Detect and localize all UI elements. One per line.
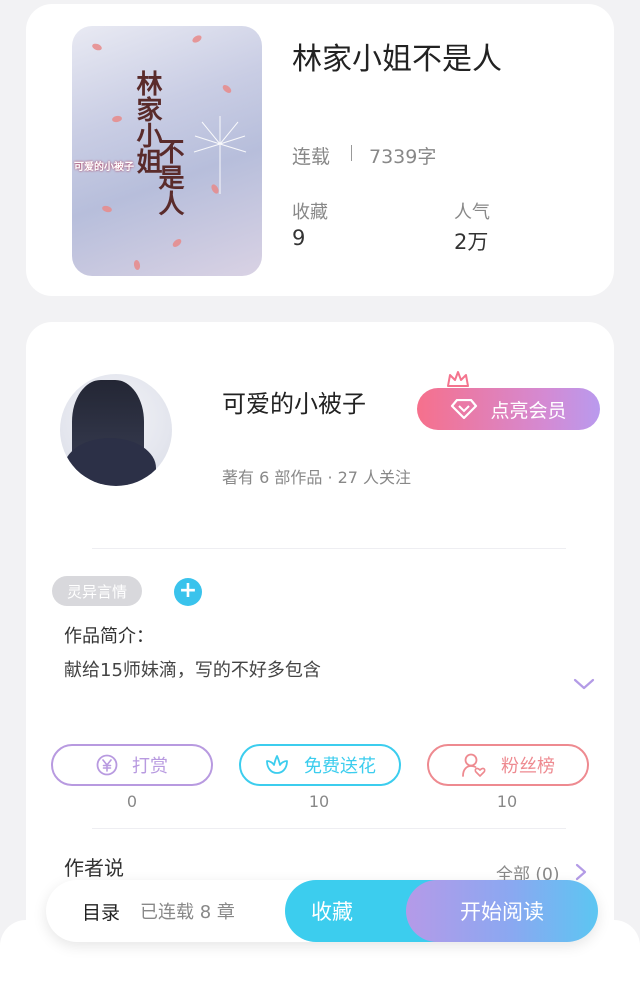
word-count: 7339字 — [369, 146, 437, 168]
expand-chevron-icon[interactable] — [572, 676, 596, 692]
section-divider — [92, 828, 566, 829]
fan-ranking-button[interactable]: 粉丝榜 — [427, 744, 589, 786]
cover-title-line2: 不是人 — [154, 138, 184, 216]
vip-button[interactable]: 点亮会员 — [417, 388, 600, 430]
cover-author: 可爱的小被子 — [74, 162, 134, 173]
genre-tag[interactable]: 灵异言情 — [52, 576, 142, 606]
toc-button[interactable]: 目录 — [82, 898, 120, 925]
start-reading-button[interactable]: 开始阅读 — [406, 880, 598, 942]
book-title: 林家小姐不是人 — [292, 42, 502, 77]
favorites-value: 9 — [292, 226, 306, 250]
start-reading-label: 开始阅读 — [460, 900, 544, 924]
author-says-label: 作者说 — [64, 856, 124, 880]
send-flower-button[interactable]: 免费送花 — [239, 744, 401, 786]
author-avatar[interactable] — [60, 374, 172, 486]
favorite-button-label: 收藏 — [311, 900, 353, 924]
chevron-right-icon[interactable] — [574, 862, 588, 882]
reward-button[interactable]: 打赏 — [51, 744, 213, 786]
yen-coin-icon — [96, 754, 118, 776]
intro-text: 献给15师妹滴，写的不好多包含 — [64, 660, 321, 681]
author-meta: 著有 6 部作品 · 27 人关注 — [222, 468, 412, 487]
send-flower-label: 免费送花 — [304, 756, 376, 777]
intro-label: 作品简介： — [64, 626, 154, 647]
reward-label: 打赏 — [132, 756, 168, 777]
book-status: 连载 — [292, 146, 331, 168]
fan-user-icon — [462, 753, 486, 777]
reward-count: 0 — [126, 792, 138, 811]
add-tag-button[interactable]: + — [174, 578, 202, 606]
author-name[interactable]: 可爱的小被子 — [222, 384, 366, 419]
section-divider — [92, 548, 566, 549]
flower-icon — [266, 755, 288, 774]
fan-ranking-label: 粉丝榜 — [501, 756, 555, 777]
flower-count: 10 — [308, 792, 330, 811]
dandelion-icon — [193, 116, 247, 194]
popularity-value: 2万 — [454, 230, 489, 254]
chapter-status: 已连载 8 章 — [140, 902, 235, 923]
fan-count: 10 — [496, 792, 518, 811]
crown-icon — [447, 371, 469, 387]
vip-button-label: 点亮会员 — [490, 399, 567, 422]
popularity-label: 人气 — [454, 202, 490, 223]
stat-divider — [351, 145, 352, 161]
favorites-label: 收藏 — [292, 202, 328, 223]
diamond-icon — [451, 399, 478, 419]
book-cover[interactable]: 林家小姐 不是人 可爱的小被子 — [72, 26, 262, 276]
